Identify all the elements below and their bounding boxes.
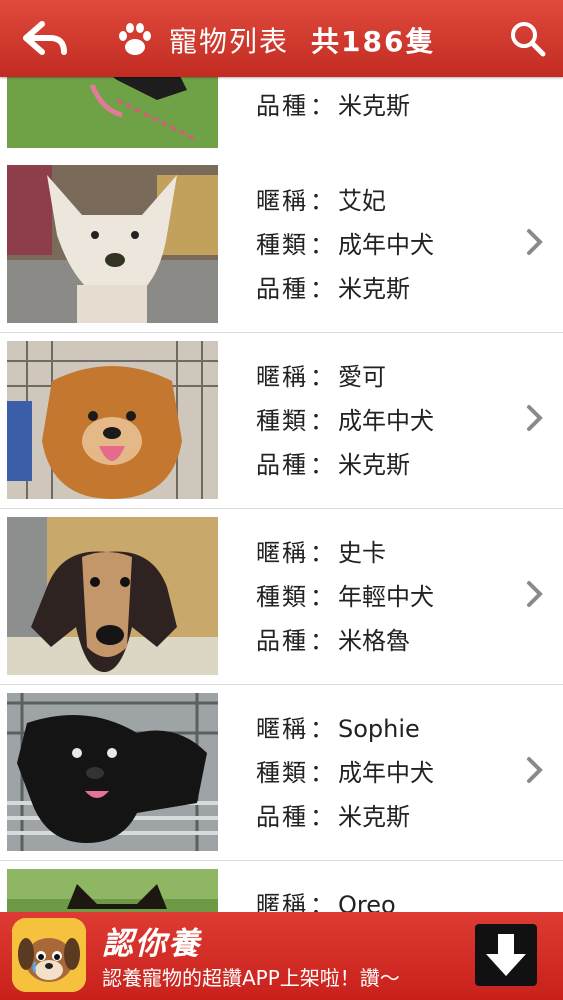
pet-info: 暱稱： Oreo [256, 883, 396, 912]
breed-value: 米克斯 [338, 803, 410, 831]
pet-info: 暱稱： 艾妃 種類： 成年中犬 品種： 米克斯 [256, 179, 434, 311]
type-line: 種類：成年中犬 [256, 407, 434, 435]
pet-photo [7, 517, 218, 675]
nickname-value: Sophie [338, 715, 420, 743]
pet-photo [7, 869, 218, 912]
back-arrow-icon[interactable] [20, 18, 70, 58]
chevron-right-icon [527, 757, 543, 783]
nickname-line: 暱稱： 艾妃 [256, 187, 386, 215]
download-icon [486, 934, 526, 976]
breed-line: 品種： 米克斯 [256, 92, 410, 120]
search-icon[interactable] [509, 20, 547, 58]
ad-description: 認養寵物的超讚APP上架啦！讚～ [102, 966, 400, 990]
pet-list-item[interactable]: 暱稱： Oreo [0, 861, 563, 912]
breed-line: 品種： 米克斯 [256, 803, 410, 831]
app-icon [12, 918, 86, 992]
nickname-line: 暱稱： 史卡 [256, 539, 386, 567]
breed-line: 品種： 米格魯 [256, 627, 410, 655]
pet-info: 暱稱： 愛可 種類： 成年中犬 品種： 米克斯 [256, 355, 434, 487]
breed-line: 品種： 米克斯 [256, 451, 410, 479]
ad-banner[interactable]: 認你養 認養寵物的超讚APP上架啦！讚～ [0, 912, 563, 1000]
pet-list: 種類：成年中犬 品種：米克斯 暱稱：艾妃 種類：成年中犬 品種：米克斯 [0, 0, 563, 912]
breed-value: 米克斯 [338, 275, 410, 303]
nickname-value: 艾妃 [338, 187, 386, 215]
nickname-value: 史卡 [338, 539, 386, 567]
nav-bar: 寵物列表 共186隻 [0, 0, 563, 77]
nickname-value: 愛可 [338, 363, 386, 391]
nickname-line: 暱稱： Sophie [256, 715, 420, 743]
pet-info: 暱稱： Sophie 種類： 成年中犬 品種： 米克斯 [256, 707, 434, 839]
pet-photo [7, 165, 218, 323]
pet-info: 暱稱： 史卡 種類： 年輕中犬 品種： 米格魯 [256, 531, 434, 663]
breed-value: 米格魯 [338, 627, 410, 655]
type-value: 成年中犬 [338, 231, 434, 259]
pet-count: 共186隻 [311, 25, 436, 58]
title-text: 寵物列表 [169, 25, 290, 58]
type-line: 種類：成年中犬 [256, 759, 434, 787]
type-value: 成年中犬 [338, 759, 434, 787]
pet-photo [7, 341, 218, 499]
ad-app-name: 認你養 [102, 926, 201, 962]
type-value: 年輕中犬 [338, 583, 434, 611]
pet-list-item[interactable]: 暱稱： Sophie 種類： 成年中犬 品種： 米克斯 [0, 685, 563, 862]
chevron-right-icon [527, 581, 543, 607]
type-line: 種類：成年中犬 [256, 231, 434, 259]
nickname-line: 暱稱： Oreo [256, 883, 396, 912]
breed-value: 米克斯 [338, 451, 410, 479]
chevron-right-icon [527, 229, 543, 255]
type-line: 種類： 年輕中犬 [256, 583, 434, 611]
chevron-right-icon [527, 405, 543, 431]
pet-list-item[interactable]: 暱稱： 史卡 種類： 年輕中犬 品種： 米格魯 [0, 509, 563, 686]
breed-line: 品種： 米克斯 [256, 275, 410, 303]
pet-list-item[interactable]: 暱稱： 艾妃 種類： 成年中犬 品種： 米克斯 [0, 157, 563, 334]
pet-list-item[interactable]: 暱稱： 愛可 種類： 成年中犬 品種： 米克斯 [0, 333, 563, 510]
nickname-value: Oreo [338, 891, 396, 912]
paw-icon [119, 23, 151, 55]
type-value: 成年中犬 [338, 407, 434, 435]
breed-value: 米克斯 [338, 92, 410, 120]
page-title: 寵物列表 共186隻 [115, 20, 435, 60]
nickname-line: 暱稱： 愛可 [256, 363, 386, 391]
download-button[interactable] [475, 924, 537, 986]
pet-photo [7, 693, 218, 851]
